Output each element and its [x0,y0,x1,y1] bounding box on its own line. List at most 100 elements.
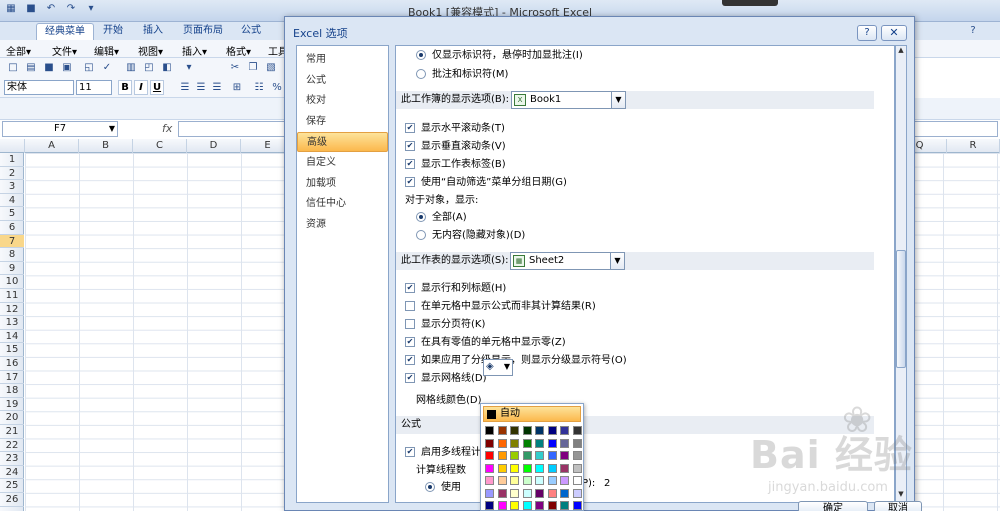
color-swatch[interactable] [497,463,507,473]
tab-home[interactable]: 开始 [96,23,130,40]
row-header[interactable]: 3 [0,180,24,194]
menu-all[interactable]: 全部▾ [6,43,31,58]
color-swatch[interactable] [485,501,494,510]
checkbox-show-formulas[interactable] [405,301,415,311]
print-preview-icon[interactable]: ◱ [82,61,96,75]
row-header[interactable]: 12 [0,303,24,317]
row-header[interactable]: 17 [0,371,24,385]
color-automatic-option[interactable]: 自动 [483,406,581,422]
currency-icon[interactable]: ☷ [252,81,266,95]
dialog-close-button[interactable]: ✕ [881,25,907,41]
color-swatch[interactable] [522,476,532,485]
color-swatch[interactable] [572,476,582,485]
gridline-color-button[interactable]: ◈ ▼ [483,359,513,376]
checkbox-autofilter-dates[interactable]: ✔ [405,177,415,187]
color-swatch[interactable] [535,438,544,448]
row-header[interactable]: 26 [0,493,24,507]
align-left-icon[interactable]: ☰ [178,81,192,95]
option-objects-all[interactable]: 全部(A) [416,208,467,223]
select-all-corner[interactable] [0,139,25,153]
scroll-thumb[interactable] [896,250,906,368]
color-swatch[interactable] [547,451,557,460]
color-swatch[interactable] [547,426,557,435]
row-header[interactable]: 1 [0,153,24,167]
color-swatch[interactable] [560,501,569,510]
row-header[interactable]: 22 [0,439,24,453]
color-swatch[interactable] [510,438,519,448]
color-swatch[interactable] [560,463,569,473]
row-header[interactable]: 20 [0,411,24,425]
color-swatch[interactable] [560,426,569,435]
color-swatch[interactable] [547,463,557,473]
color-swatch[interactable] [547,488,557,498]
checkbox-horizontal-scrollbar[interactable]: ✔ [405,123,415,133]
menu-insert[interactable]: 插入▾ [182,43,207,58]
option-indicator-only[interactable]: 仅显示标识符，悬停时加显批注(I) [416,46,583,61]
workbook-select[interactable]: X Book1 ▼ [511,91,626,109]
permission-icon[interactable]: ▣ [60,61,74,75]
bold-button[interactable]: B [118,80,132,95]
name-box[interactable]: F7 ▼ [2,121,118,137]
align-right-icon[interactable]: ☰ [210,81,224,95]
font-size-select[interactable]: 11 [76,80,112,95]
nav-item[interactable]: 资源 [297,215,388,235]
option-comment-and-indicator[interactable]: 批注和标识符(M) [416,65,508,80]
nav-item[interactable]: 保存 [297,112,388,132]
spelling-icon[interactable]: ✓ [100,61,114,75]
color-swatch[interactable] [510,476,519,485]
menu-edit[interactable]: 编辑▾ [94,43,119,58]
chevron-down-icon[interactable]: ▼ [611,92,625,108]
color-swatch[interactable] [572,438,582,448]
row-header[interactable]: 5 [0,207,24,221]
nav-item[interactable]: 高级 [297,132,388,153]
option-show-zero[interactable]: ✔ 在具有零值的单元格中显示零(Z) [405,333,566,348]
font-name-select[interactable]: 宋体 [4,80,74,95]
menu-file[interactable]: 文件▾ [52,43,77,58]
nav-item[interactable]: 自定义 [297,153,388,173]
color-swatch[interactable] [547,476,557,485]
row-header[interactable]: 7 [0,234,24,249]
scroll-up-icon[interactable]: ▲ [896,46,906,58]
column-header[interactable]: C [133,139,187,153]
color-swatch[interactable] [560,438,569,448]
color-swatch[interactable] [572,488,582,498]
row-header[interactable]: 8 [0,248,24,262]
option-multithread[interactable]: ✔ 启用多线程计 [405,443,481,458]
new-file-icon[interactable]: □ [6,61,20,75]
color-swatch[interactable] [572,463,582,473]
color-swatch[interactable] [535,463,544,473]
color-swatch[interactable] [572,426,582,435]
italic-button[interactable]: I [134,80,148,95]
merge-center-icon[interactable]: ⊞ [230,81,244,95]
row-header[interactable]: 23 [0,452,24,466]
paste-icon[interactable]: ▧ [264,61,278,75]
option-vertical-scrollbar[interactable]: ✔ 显示垂直滚动条(V) [405,137,506,152]
copy-icon[interactable]: ❐ [246,61,260,75]
color-swatch[interactable] [572,501,582,510]
fx-label[interactable]: fx [162,122,172,135]
underline-button[interactable]: U [150,80,164,95]
color-swatch[interactable] [510,451,519,460]
option-horizontal-scrollbar[interactable]: ✔ 显示水平滚动条(T) [405,119,505,134]
nav-item[interactable]: 信任中心 [297,194,388,214]
color-swatch[interactable] [522,463,532,473]
checkbox-outline-symbols[interactable]: ✔ [405,355,415,365]
chevron-down-icon[interactable]: ▼ [610,253,624,269]
color-swatch[interactable] [497,476,507,485]
checkbox-sheet-tabs[interactable]: ✔ [405,159,415,169]
color-swatch[interactable] [485,438,494,448]
tab-formulas[interactable]: 公式 [234,23,268,40]
row-header[interactable]: 16 [0,357,24,371]
row-header[interactable]: 11 [0,289,24,303]
row-header[interactable]: 18 [0,384,24,398]
preview-icon[interactable]: ◰ [142,61,156,75]
color-swatch[interactable] [535,451,544,460]
option-outline-symbols[interactable]: ✔ 如果应用了分级显示，则显示分级显示符号(O) [405,351,627,366]
color-swatch[interactable] [522,488,532,498]
checkbox-gridlines[interactable]: ✔ [405,373,415,383]
tab-page-layout[interactable]: 页面布局 [176,23,230,40]
column-header[interactable]: D [187,139,241,153]
color-swatch[interactable] [547,438,557,448]
color-swatch[interactable] [485,451,494,460]
color-swatch[interactable] [535,476,544,485]
